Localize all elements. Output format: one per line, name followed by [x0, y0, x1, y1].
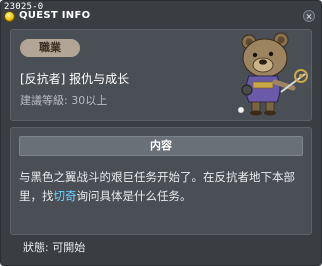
title-bar[interactable]: QUEST INFO: [3, 10, 319, 24]
quest-summary-panel: 職業 [反抗者] 报仇与成长 建議等級: 30以上: [10, 29, 312, 121]
npc-bear-portrait: [237, 32, 308, 116]
quest-info-window: 23025-0 QUEST INFO 職業 [反抗者] 报仇与成长 建議等級: …: [0, 0, 322, 266]
npc-name-link[interactable]: 切奇: [54, 189, 77, 203]
job-tag: 職業: [20, 39, 80, 57]
content-header: 内容: [19, 136, 303, 156]
quest-name: [反抗者] 报仇与成长: [20, 72, 130, 86]
quest-description: 与黑色之翼战斗的艰巨任务开始了。在反抗者地下本部里，找切奇询问具体是什么任务。: [19, 168, 307, 206]
description-text-2: 询问具体是什么任务。: [76, 189, 192, 203]
close-button[interactable]: [303, 10, 315, 22]
quest-status: 狀態: 可開始: [23, 241, 86, 254]
recommended-level: 建議等級: 30以上: [20, 94, 108, 107]
quest-icon: [4, 11, 15, 22]
quest-content-panel: 内容 与黑色之翼战斗的艰巨任务开始了。在反抗者地下本部里，找切奇询问具体是什么任…: [10, 127, 312, 235]
window-title: QUEST INFO: [19, 10, 91, 21]
